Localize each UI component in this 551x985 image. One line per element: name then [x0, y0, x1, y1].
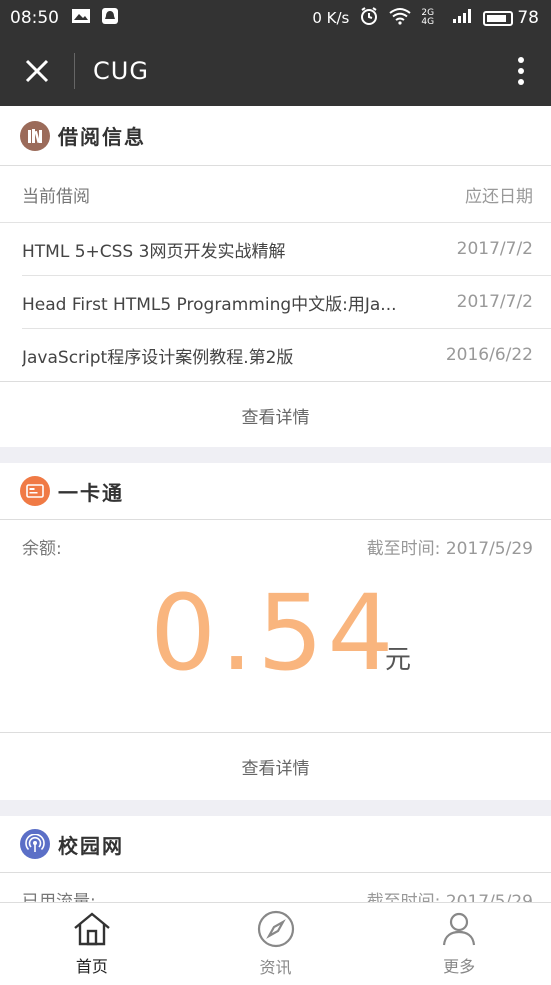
campus-net-header: 校园网	[0, 816, 551, 873]
network-speed: 0 K/s	[312, 9, 350, 27]
usage-as-of: 截至时间: 2017/5/29	[366, 891, 533, 903]
due-date-label: 应还日期	[465, 186, 533, 207]
list-item[interactable]: HTML 5+CSS 3网页开发实战精解 2017/7/2	[0, 223, 551, 275]
current-borrow-label: 当前借阅	[22, 186, 90, 207]
book-title: Head First HTML5 Programming中文版:用Ja...	[22, 294, 397, 315]
main-content[interactable]: 借阅信息 当前借阅 应还日期 HTML 5+CSS 3网页开发实战精解 2017…	[0, 106, 551, 902]
balance-header-row: 余额: 截至时间: 2017/5/29	[0, 520, 551, 572]
wireless-icon	[20, 829, 50, 859]
status-bar: 08:50 0 K/s 2G 4G 78	[0, 0, 551, 36]
person-icon	[443, 912, 476, 946]
signal-indicator: 2G 4G	[421, 8, 435, 27]
battery-level: 78	[517, 8, 539, 28]
list-item[interactable]: Head First HTML5 Programming中文版:用Ja... 2…	[0, 276, 551, 328]
campus-card: 一卡通 余额: 截至时间: 2017/5/29 0.54 元 查看详情	[0, 463, 551, 800]
balance-display: 0.54 元	[0, 572, 551, 732]
usage-label: 已用流量:	[22, 891, 96, 903]
image-icon	[71, 8, 91, 29]
more-menu-button[interactable]	[491, 36, 551, 106]
balance-label: 余额:	[22, 538, 62, 559]
tab-more-label: 更多	[443, 957, 476, 976]
campus-net-card: 校园网 已用流量: 截至时间: 2017/5/29	[0, 816, 551, 902]
signal-bars-icon	[453, 8, 473, 28]
campus-card-title: 一卡通	[58, 480, 124, 505]
borrow-detail-button[interactable]: 查看详情	[0, 381, 551, 448]
borrow-card-header: 借阅信息	[0, 106, 551, 166]
notification-icon	[101, 7, 119, 30]
borrow-title: 借阅信息	[58, 125, 146, 149]
books-icon	[20, 120, 50, 151]
book-title: JavaScript程序设计案例教程.第2版	[22, 347, 294, 368]
tab-home[interactable]: 首页	[0, 903, 184, 985]
net-usage-row: 已用流量: 截至时间: 2017/5/29	[0, 873, 551, 903]
wifi-icon	[389, 7, 411, 30]
close-icon	[25, 59, 49, 83]
page-title: CUG	[93, 57, 149, 85]
status-time: 08:50	[10, 8, 59, 28]
bottom-tab-bar: 首页 资讯 更多	[0, 902, 551, 985]
tab-news-label: 资讯	[259, 958, 292, 977]
borrow-card: 借阅信息 当前借阅 应还日期 HTML 5+CSS 3网页开发实战精解 2017…	[0, 106, 551, 447]
balance-amount: 0.54	[150, 572, 398, 694]
close-button[interactable]	[0, 36, 74, 106]
list-item[interactable]: JavaScript程序设计案例教程.第2版 2016/6/22	[0, 329, 551, 381]
tab-more[interactable]: 更多	[367, 903, 551, 985]
campus-card-header: 一卡通	[0, 463, 551, 520]
balance-as-of: 截至时间: 2017/5/29	[366, 538, 533, 559]
more-vertical-icon	[518, 57, 524, 85]
header-divider	[74, 53, 75, 89]
book-due-date: 2016/6/22	[445, 345, 533, 365]
borrow-header-row: 当前借阅 应还日期	[0, 166, 551, 222]
alarm-icon	[359, 6, 379, 31]
compass-icon	[257, 910, 294, 948]
campus-net-title: 校园网	[58, 833, 124, 858]
app-header: CUG	[0, 36, 551, 106]
battery: 78	[483, 8, 539, 28]
book-due-date: 2017/7/2	[456, 239, 533, 259]
balance-unit: 元	[385, 645, 412, 675]
book-due-date: 2017/7/2	[456, 292, 533, 312]
home-icon	[74, 912, 110, 946]
book-title: HTML 5+CSS 3网页开发实战精解	[22, 241, 286, 262]
card-detail-button[interactable]: 查看详情	[0, 732, 551, 800]
tab-news[interactable]: 资讯	[184, 903, 368, 985]
tab-home-label: 首页	[75, 957, 108, 976]
card-icon	[20, 476, 50, 506]
battery-icon	[483, 10, 514, 26]
